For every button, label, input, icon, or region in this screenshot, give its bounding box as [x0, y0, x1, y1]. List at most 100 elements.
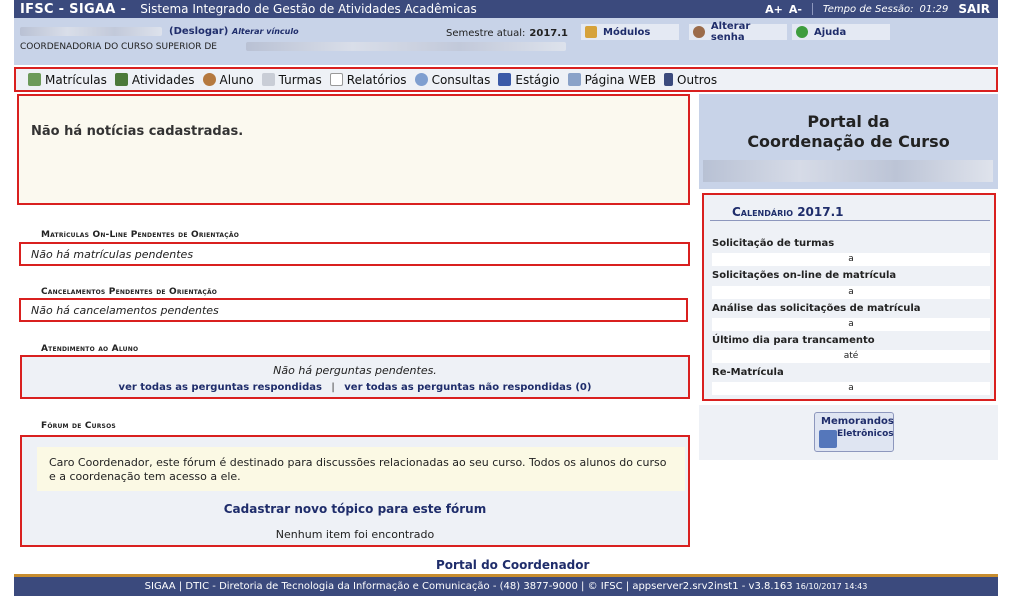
calendario-item-value: a	[712, 318, 990, 331]
memorandos-label: Memorandos	[821, 416, 894, 427]
matriculas-empty-message: Não há matrículas pendentes	[31, 247, 194, 261]
atividades-icon	[114, 73, 128, 86]
aluno-icon	[202, 73, 216, 86]
footer-date: 16/10/2017 14:43	[795, 582, 868, 591]
user-key-icon	[693, 26, 705, 38]
atendimento-section-title: Atendimento ao Aluno	[41, 344, 139, 354]
session-label: Tempo de Sessão:	[822, 3, 914, 15]
menu-item-outros[interactable]: Outros	[664, 73, 717, 87]
footer-text: SIGAA | DTIC - Diretoria de Tecnologia d…	[144, 581, 793, 592]
calendario-item-label: Solicitações on-line de matrícula	[712, 270, 897, 281]
portal-coordenador-link[interactable]: Portal do Coordenador	[436, 558, 589, 572]
calendario-title: Calendário 2017.1	[732, 205, 844, 219]
atendimento-empty-message: Não há perguntas pendentes.	[273, 364, 437, 377]
help-icon	[796, 26, 808, 38]
news-empty-message: Não há notícias cadastradas.	[31, 124, 244, 139]
menu-item-turmas[interactable]: Turmas	[261, 73, 322, 87]
alterar-senha-button[interactable]: Alterar senha	[689, 21, 787, 43]
memorandos-button[interactable]: Memorandos Eletrônicos	[814, 412, 894, 452]
calendario-item-label: Análise das solicitações de matrícula	[712, 303, 921, 314]
font-decrease-button[interactable]: A-	[789, 3, 802, 16]
ajuda-button[interactable]: Ajuda	[792, 24, 890, 40]
menu-item-label: Aluno	[219, 72, 254, 87]
menu-item-aluno[interactable]: Aluno	[202, 72, 254, 87]
forum-box: Caro Coordenador, este fórum é destinado…	[20, 435, 690, 547]
menu-item-label: Página WEB	[584, 72, 657, 87]
calendario-item-label: Re-Matrícula	[712, 367, 784, 378]
relatorios-icon	[329, 73, 343, 86]
forum-empty-message: Nenhum item foi encontrado	[275, 528, 435, 541]
semestre-atual: Semestre atual: 2017.1	[446, 28, 568, 39]
footer: SIGAA | DTIC - Diretoria de Tecnologia d…	[14, 574, 998, 596]
news-panel: Não há notícias cadastradas.	[17, 94, 690, 205]
main-menu: Matrículas Atividades Aluno Turmas Relat…	[14, 67, 998, 92]
modulos-label: Módulos	[603, 26, 651, 38]
estagio-icon	[498, 73, 512, 86]
menu-item-label: Relatórios	[346, 72, 407, 87]
calendario-panel: Calendário 2017.1 Solicitação de turmas …	[702, 193, 996, 401]
top-bar-right: A+ A- Tempo de Sessão: 01:29 SAIR	[765, 2, 990, 16]
turmas-icon	[261, 73, 275, 86]
ver-respondidas-link[interactable]: ver todas as perguntas respondidas	[119, 382, 322, 393]
user-name-blurred	[20, 27, 162, 36]
cancelamentos-box: Não há cancelamentos pendentes	[19, 298, 688, 322]
calendario-item-value: a	[712, 382, 990, 395]
ver-nao-respondidas-link[interactable]: ver todas as perguntas não respondidas (…	[344, 382, 591, 393]
forum-message: Caro Coordenador, este fórum é destinado…	[37, 447, 685, 491]
course-name-blurred	[246, 42, 566, 51]
cadastrar-topico-link[interactable]: Cadastrar novo tópico para este fórum	[22, 502, 688, 516]
cancelamentos-empty-message: Não há cancelamentos pendentes	[31, 303, 219, 317]
calendario-item-value: até	[712, 350, 990, 363]
forum-section-title: Fórum de Cursos	[41, 421, 116, 431]
menu-item-label: Consultas	[431, 72, 491, 87]
menu-item-label: Outros	[677, 72, 718, 87]
link-separator: |	[331, 382, 335, 393]
menu-item-atividades[interactable]: Atividades	[114, 73, 195, 87]
modulos-icon	[585, 26, 597, 38]
session-time: 01:29	[919, 3, 949, 15]
calendario-item-label: Último dia para trancamento	[712, 335, 875, 346]
calendario-item-value: a	[712, 286, 990, 299]
menu-item-relatorios[interactable]: Relatórios	[329, 72, 407, 87]
atendimento-links: ver todas as perguntas respondidas | ver…	[22, 382, 688, 393]
menu-item-consultas[interactable]: Consultas	[414, 72, 491, 87]
portal-title-line1: Portal da	[807, 112, 890, 131]
semestre-label: Semestre atual:	[446, 28, 526, 39]
menu-item-matriculas[interactable]: Matrículas	[28, 73, 107, 87]
divider	[811, 3, 813, 15]
matriculas-icon	[28, 73, 41, 86]
system-full-name: Sistema Integrado de Gestão de Atividade…	[140, 2, 477, 16]
alterar-vinculo-link[interactable]: Alterar vínculo	[232, 27, 299, 36]
logout-button[interactable]: SAIR	[958, 2, 990, 16]
top-bar: IFSC - SIGAA - Sistema Integrado de Gest…	[14, 0, 998, 18]
menu-item-estagio[interactable]: Estágio	[498, 72, 560, 87]
menu-item-pagina-web[interactable]: Página WEB	[567, 72, 657, 87]
menu-item-label: Estágio	[515, 72, 560, 87]
pagina-web-icon	[567, 73, 581, 86]
calendario-item-value: a	[712, 253, 990, 266]
divider	[710, 220, 990, 221]
user-info-bar: (Deslogar) Alterar vínculo COORDENADORIA…	[14, 18, 998, 65]
alterar-senha-label: Alterar senha	[710, 21, 751, 43]
semestre-value: 2017.1	[529, 28, 569, 39]
modulos-button[interactable]: Módulos	[581, 24, 679, 40]
font-increase-button[interactable]: A+	[765, 3, 783, 16]
coordenadoria-label: COORDENADORIA DO CURSO SUPERIOR DE	[20, 42, 217, 52]
cancelamentos-section-title: Cancelamentos Pendentes de Orientação	[41, 287, 218, 297]
calendario-item-label: Solicitação de turmas	[712, 238, 835, 249]
matriculas-box: Não há matrículas pendentes	[19, 242, 690, 266]
atendimento-box: Não há perguntas pendentes. ver todas as…	[20, 355, 690, 399]
portal-title-panel: Portal da Coordenação de Curso	[699, 94, 998, 189]
matriculas-section-title: Matrículas On-Line Pendentes de Orientaç…	[41, 230, 240, 240]
ajuda-label: Ajuda	[814, 26, 847, 38]
page: IFSC - SIGAA - Sistema Integrado de Gest…	[0, 0, 1013, 602]
memorandos-panel: Memorandos Eletrônicos	[699, 405, 998, 460]
menu-item-label: Matrículas	[45, 72, 107, 87]
system-name: IFSC - SIGAA -	[20, 1, 127, 17]
portal-title-line2: Coordenação de Curso	[747, 132, 950, 151]
consultas-icon	[414, 73, 428, 86]
deslogar-link[interactable]: (Deslogar)	[169, 26, 228, 37]
memo-icon	[819, 430, 837, 448]
coordinator-name-blurred	[703, 160, 993, 182]
outros-icon	[664, 73, 674, 86]
